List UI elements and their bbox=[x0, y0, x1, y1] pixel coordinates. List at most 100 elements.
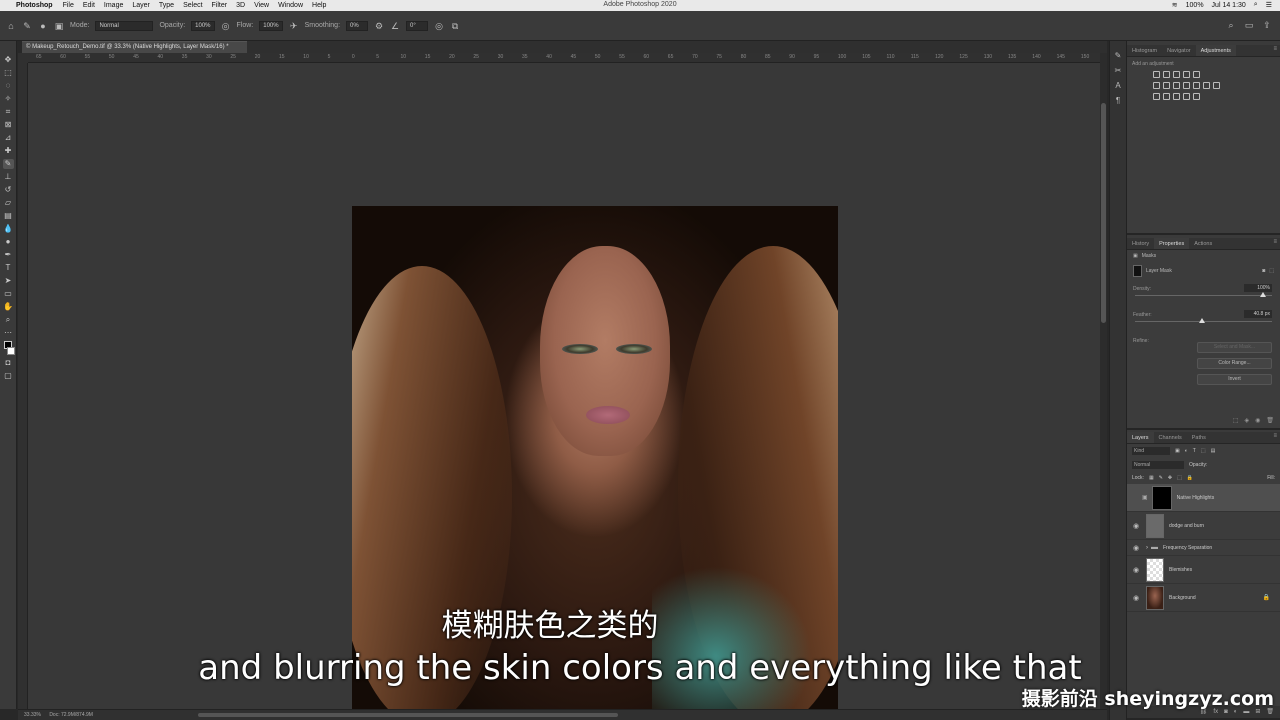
pressure-size-icon[interactable]: ◎ bbox=[434, 21, 444, 31]
lock-position-icon[interactable]: ✥ bbox=[1168, 475, 1172, 481]
select-mask-icon[interactable]: ◙ bbox=[1262, 268, 1265, 274]
horizontal-ruler[interactable]: 65 60 55 50 45 40 35 30 25 20 15 10 5 0 5 10 15 20 25 30 35 4… bbox=[28, 53, 1105, 63]
smoothing-field[interactable]: 0% bbox=[346, 20, 369, 31]
more-tools-icon[interactable]: ⋯ bbox=[3, 328, 14, 338]
curves-icon[interactable] bbox=[1173, 71, 1180, 78]
zoom-tool-icon[interactable]: ⌕ bbox=[3, 315, 14, 325]
lock-artboard-icon[interactable]: ⬚ bbox=[1177, 475, 1182, 481]
filter-shape-icon[interactable]: ⬚ bbox=[1201, 448, 1206, 454]
grid-lookup-icon[interactable] bbox=[1213, 82, 1220, 89]
menu-image[interactable]: Image bbox=[104, 2, 123, 9]
lock-image-icon[interactable]: ✎ bbox=[1159, 475, 1163, 481]
layer-row[interactable]: ◉ › ▬ Frequency Separation bbox=[1127, 540, 1280, 556]
filter-adjustment-icon[interactable]: ◐ bbox=[1185, 448, 1188, 454]
flow-field[interactable]: 100% bbox=[259, 20, 283, 31]
layer-row[interactable]: ◉ Blemishes bbox=[1127, 556, 1280, 584]
tab-navigator[interactable]: Navigator bbox=[1162, 45, 1196, 56]
gradient-map-icon[interactable] bbox=[1183, 93, 1190, 100]
tab-actions[interactable]: Actions bbox=[1189, 238, 1217, 249]
opacity-field[interactable]: 100% bbox=[191, 20, 215, 31]
menu-filter[interactable]: Filter bbox=[212, 2, 228, 9]
quick-mask-icon[interactable]: ◘ bbox=[3, 358, 14, 368]
share-icon[interactable]: ⇪ bbox=[1262, 20, 1272, 30]
screen-mode-icon[interactable]: ▢ bbox=[3, 371, 14, 381]
symmetry-icon[interactable]: ⧉ bbox=[450, 21, 460, 31]
threshold-icon[interactable] bbox=[1173, 93, 1180, 100]
panel-menu-icon[interactable]: ≡ bbox=[1273, 239, 1277, 245]
crop-tool-icon[interactable]: ⌗ bbox=[3, 107, 14, 117]
filter-smart-icon[interactable]: ▤ bbox=[1211, 448, 1216, 454]
menu-view[interactable]: View bbox=[254, 2, 269, 9]
hand-tool-icon[interactable]: ✋ bbox=[3, 302, 14, 312]
tab-paths[interactable]: Paths bbox=[1187, 432, 1211, 443]
density-knob[interactable] bbox=[1260, 292, 1266, 297]
chevron-right-icon[interactable]: › bbox=[1146, 545, 1148, 551]
menu-layer[interactable]: Layer bbox=[132, 2, 150, 9]
layer-filter-kind[interactable]: Kind bbox=[1132, 447, 1170, 455]
mode-select[interactable]: Normal bbox=[95, 20, 154, 31]
menu-app-name[interactable]: Photoshop bbox=[16, 2, 53, 9]
background-color-swatch[interactable] bbox=[7, 347, 15, 355]
blur-tool-icon[interactable]: 💧 bbox=[3, 224, 14, 234]
density-slider[interactable] bbox=[1135, 292, 1272, 297]
eye-icon[interactable]: ◉ bbox=[1130, 544, 1142, 552]
panel-menu-icon[interactable]: ≡ bbox=[1273, 46, 1277, 52]
pixel-mask-icon[interactable]: ▣ bbox=[1133, 253, 1138, 259]
gear-icon[interactable]: ⚙ bbox=[374, 21, 384, 31]
battery-status[interactable]: 100% bbox=[1186, 2, 1204, 9]
pressure-opacity-icon[interactable]: ◎ bbox=[221, 21, 231, 31]
menu-select[interactable]: Select bbox=[183, 2, 202, 9]
eye-icon[interactable]: ◉ bbox=[1130, 594, 1142, 602]
menu-type[interactable]: Type bbox=[159, 2, 174, 9]
home-icon[interactable]: ⌂ bbox=[6, 21, 16, 31]
layer-row[interactable]: ◉ dodge and burn bbox=[1127, 512, 1280, 540]
menu-window[interactable]: Window bbox=[278, 2, 303, 9]
invert-button[interactable]: Invert bbox=[1197, 374, 1272, 385]
invert-icon[interactable] bbox=[1153, 93, 1160, 100]
brightness-contrast-icon[interactable] bbox=[1153, 71, 1160, 78]
scroll-thumb[interactable] bbox=[1101, 103, 1106, 323]
color-range-button[interactable]: Color Range... bbox=[1197, 358, 1272, 369]
search-icon[interactable]: ⌕ bbox=[1254, 1, 1258, 9]
selective-color-icon[interactable] bbox=[1193, 93, 1200, 100]
vertical-scrollbar[interactable] bbox=[1100, 53, 1107, 709]
feather-knob[interactable] bbox=[1199, 318, 1205, 323]
menu-list-icon[interactable]: ☰ bbox=[1266, 1, 1272, 9]
panel-menu-icon[interactable]: ≡ bbox=[1273, 433, 1277, 439]
lock-pixels-icon[interactable]: ▦ bbox=[1149, 475, 1154, 481]
menu-edit[interactable]: Edit bbox=[83, 2, 95, 9]
tab-histogram[interactable]: Histogram bbox=[1127, 45, 1162, 56]
exposure-icon[interactable] bbox=[1183, 71, 1190, 78]
horizontal-scrollbar[interactable] bbox=[198, 713, 618, 717]
layer-mask-thumb[interactable] bbox=[1151, 485, 1172, 510]
healing-tool-icon[interactable]: ✚ bbox=[3, 146, 14, 156]
angle-field[interactable]: 0° bbox=[406, 20, 429, 31]
brush-settings-icon[interactable]: ▣ bbox=[54, 21, 64, 31]
type-tool-icon[interactable]: T bbox=[3, 263, 14, 273]
channel-mixer-icon[interactable] bbox=[1193, 82, 1200, 89]
menu-3d[interactable]: 3D bbox=[236, 2, 245, 9]
tab-adjustments[interactable]: Adjustments bbox=[1195, 45, 1236, 56]
character-icon[interactable]: A bbox=[1115, 81, 1120, 90]
color-balance-icon[interactable] bbox=[1163, 82, 1170, 89]
frame-tool-icon[interactable]: ⊠ bbox=[3, 120, 14, 130]
pen-tool-icon[interactable]: ✒ bbox=[3, 250, 14, 260]
magic-wand-tool-icon[interactable]: ✧ bbox=[3, 94, 14, 104]
posterize-icon[interactable] bbox=[1163, 93, 1170, 100]
history-brush-tool-icon[interactable]: ↺ bbox=[3, 185, 14, 195]
rectangle-tool-icon[interactable]: ▭ bbox=[3, 289, 14, 299]
color-lookup-icon[interactable] bbox=[1203, 82, 1210, 89]
layer-row[interactable]: ▣ Native Highlights bbox=[1127, 484, 1280, 512]
vibrance-icon[interactable] bbox=[1193, 71, 1200, 78]
vector-mask-icon[interactable]: ⬚ bbox=[1269, 268, 1274, 274]
hue-saturation-icon[interactable] bbox=[1153, 82, 1160, 89]
load-selection-icon[interactable]: ⬚ bbox=[1233, 417, 1239, 424]
tab-channels[interactable]: Channels bbox=[1154, 432, 1187, 443]
search-icon[interactable]: ⌕ bbox=[1226, 20, 1236, 30]
workspace-icon[interactable]: ▭ bbox=[1244, 20, 1254, 30]
blend-mode-select[interactable]: Normal bbox=[1132, 461, 1184, 469]
feather-slider[interactable] bbox=[1135, 318, 1272, 323]
move-tool-icon[interactable]: ✥ bbox=[3, 55, 14, 65]
lock-all-icon[interactable]: 🔒 bbox=[1187, 475, 1193, 481]
airbrush-icon[interactable]: ✈ bbox=[289, 21, 299, 31]
